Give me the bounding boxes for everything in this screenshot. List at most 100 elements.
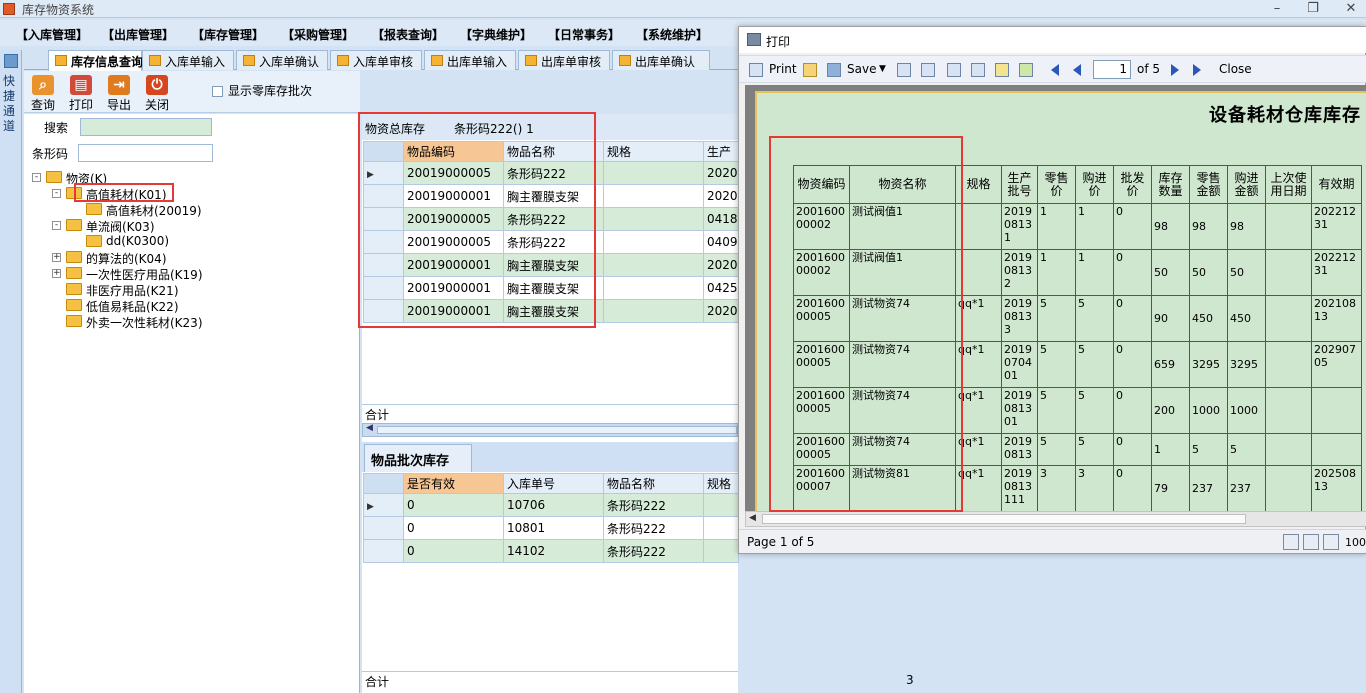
grid-cell[interactable]: 胸主覆膜支架: [503, 276, 604, 300]
grid-cell[interactable]: 0: [403, 493, 504, 517]
next-page-icon[interactable]: [1171, 64, 1179, 76]
grid-cell[interactable]: [703, 493, 739, 517]
grid-cell[interactable]: 04090: [703, 230, 739, 254]
grid-corner[interactable]: [363, 473, 404, 494]
row-header[interactable]: [363, 230, 404, 254]
maximize-button[interactable]: ❐: [1302, 1, 1324, 17]
zoom-page-icon[interactable]: [1283, 534, 1299, 550]
grid-cell[interactable]: [603, 253, 704, 277]
grid-cell[interactable]: 条形码222: [503, 230, 604, 254]
table-row[interactable]: 0 14102 条形码222: [363, 539, 739, 563]
table-row[interactable]: 20019000001胸主覆膜支架 20200: [363, 299, 739, 323]
grid-cell[interactable]: 20019000001: [403, 276, 504, 300]
tree-node[interactable]: 低值易耗品(K22): [52, 298, 352, 314]
zoom-fit-icon[interactable]: [1323, 534, 1339, 550]
preview-scroll-thumb[interactable]: [762, 514, 1246, 524]
grid-cell[interactable]: 条形码222: [603, 539, 704, 563]
menu-item-4[interactable]: 【报表查询】: [372, 26, 444, 42]
close-window-button[interactable]: ✕: [1340, 1, 1362, 17]
find-icon[interactable]: [921, 63, 935, 77]
tree-node[interactable]: 外卖一次性耗材(K23): [52, 314, 352, 330]
column-header[interactable]: 规格: [603, 141, 704, 162]
query-button[interactable]: ⌕ 查询: [26, 74, 60, 112]
row-header[interactable]: [363, 253, 404, 277]
grid-cell[interactable]: 0: [403, 516, 504, 540]
menu-item-7[interactable]: 【系统维护】: [636, 26, 708, 42]
grid-cell[interactable]: 14102: [503, 539, 604, 563]
grid-cell[interactable]: 胸主覆膜支架: [503, 253, 604, 277]
grid-cell[interactable]: [603, 161, 704, 185]
table-row[interactable]: 20019000001胸主覆膜支架 20200: [363, 253, 739, 277]
show-zero-stock-checkbox[interactable]: [212, 86, 223, 97]
grid-cell[interactable]: 20019000005: [403, 207, 504, 231]
scroll-left-icon[interactable]: ◀: [366, 423, 373, 433]
column-header[interactable]: 物品名称: [603, 473, 704, 494]
grid-cell[interactable]: 条形码222: [503, 207, 604, 231]
grid-cell[interactable]: [703, 516, 739, 540]
print-button[interactable]: Print: [769, 62, 797, 78]
grid-cell[interactable]: 04180: [703, 207, 739, 231]
menu-item-2[interactable]: 【库存管理】: [192, 26, 264, 42]
column-header[interactable]: 生产: [703, 141, 739, 162]
preview-hscrollbar[interactable]: ◀: [745, 511, 1366, 527]
grid-cell[interactable]: 0: [403, 539, 504, 563]
table-row[interactable]: 20019000001胸主覆膜支架 20204: [363, 184, 739, 208]
page-setup-icon[interactable]: [947, 63, 961, 77]
row-header[interactable]: [363, 539, 404, 563]
column-header[interactable]: 物品编码: [403, 141, 504, 162]
row-header[interactable]: [363, 276, 404, 300]
column-header[interactable]: 是否有效: [403, 473, 504, 494]
email-icon[interactable]: [897, 63, 911, 77]
table-row[interactable]: 0 10801 条形码222: [363, 516, 739, 540]
save-dropdown-icon[interactable]: ▼: [879, 64, 886, 80]
tree-node[interactable]: dd(K0300): [72, 234, 372, 250]
column-header[interactable]: 入库单号: [503, 473, 604, 494]
grid-cell[interactable]: [703, 539, 739, 563]
tree-expander-icon[interactable]: +: [52, 253, 61, 262]
grid-cell[interactable]: [603, 230, 704, 254]
tree-node[interactable]: + 一次性医疗用品(K19): [52, 266, 352, 282]
table-row[interactable]: ▶ 0 10706 条形码222: [363, 493, 739, 517]
table-row[interactable]: 20019000001胸主覆膜支架 04250: [363, 276, 739, 300]
row-header[interactable]: [363, 299, 404, 323]
row-header[interactable]: [363, 184, 404, 208]
close-preview-button[interactable]: Close: [1219, 62, 1252, 78]
menu-item-1[interactable]: 【出库管理】: [102, 26, 174, 42]
preview-viewport[interactable]: 设备耗材仓库库存 物资编码 物资名称 规格 生产批号 零售价 购进价 批发价 库存数量 零售金额…: [745, 85, 1366, 511]
grid-cell[interactable]: [603, 207, 704, 231]
grid-cell[interactable]: [603, 184, 704, 208]
row-header[interactable]: [363, 516, 404, 540]
save-button[interactable]: Save: [847, 62, 876, 78]
grid-cell[interactable]: [603, 276, 704, 300]
grid-cell[interactable]: 20019000001: [403, 253, 504, 277]
zoom-width-icon[interactable]: [1303, 534, 1319, 550]
tab-1[interactable]: 入库单输入: [142, 50, 234, 70]
tree-expander-icon[interactable]: +: [52, 269, 61, 278]
stock-hscrollbar[interactable]: ◀: [362, 423, 738, 437]
grid-cell[interactable]: 条形码222: [603, 516, 704, 540]
grid-corner[interactable]: [363, 141, 404, 162]
tree-node[interactable]: 高值耗材(20019): [72, 202, 372, 218]
grid-cell[interactable]: 胸主覆膜支架: [503, 299, 604, 323]
table-row[interactable]: ▶ 20019000005条形码222 20200: [363, 161, 739, 185]
menu-item-6[interactable]: 【日常事务】: [548, 26, 620, 42]
column-header[interactable]: 物品名称: [503, 141, 604, 162]
grid-cell[interactable]: 20019000005: [403, 161, 504, 185]
grid-cell[interactable]: 20204: [703, 184, 739, 208]
row-header[interactable]: [363, 207, 404, 231]
open-folder-icon[interactable]: [803, 63, 817, 77]
tree-node[interactable]: 非医疗用品(K21): [52, 282, 352, 298]
first-page-icon[interactable]: [1051, 64, 1059, 76]
export-button[interactable]: ⇥ 导出: [102, 74, 136, 112]
tab-3[interactable]: 入库单审核: [330, 50, 422, 70]
grid-cell[interactable]: 20200: [703, 161, 739, 185]
table-row[interactable]: 20019000005条形码222 04180: [363, 207, 739, 231]
grid-cell[interactable]: 20200: [703, 299, 739, 323]
tree-expander-icon[interactable]: -: [52, 189, 61, 198]
search-input[interactable]: [80, 118, 212, 136]
tree-node[interactable]: - 单流阀(K03): [52, 218, 352, 234]
grid-cell[interactable]: 胸主覆膜支架: [503, 184, 604, 208]
stock-scroll-thumb[interactable]: [377, 426, 737, 434]
tree-node[interactable]: + 的算法的(K04): [52, 250, 352, 266]
grid-cell[interactable]: [603, 299, 704, 323]
